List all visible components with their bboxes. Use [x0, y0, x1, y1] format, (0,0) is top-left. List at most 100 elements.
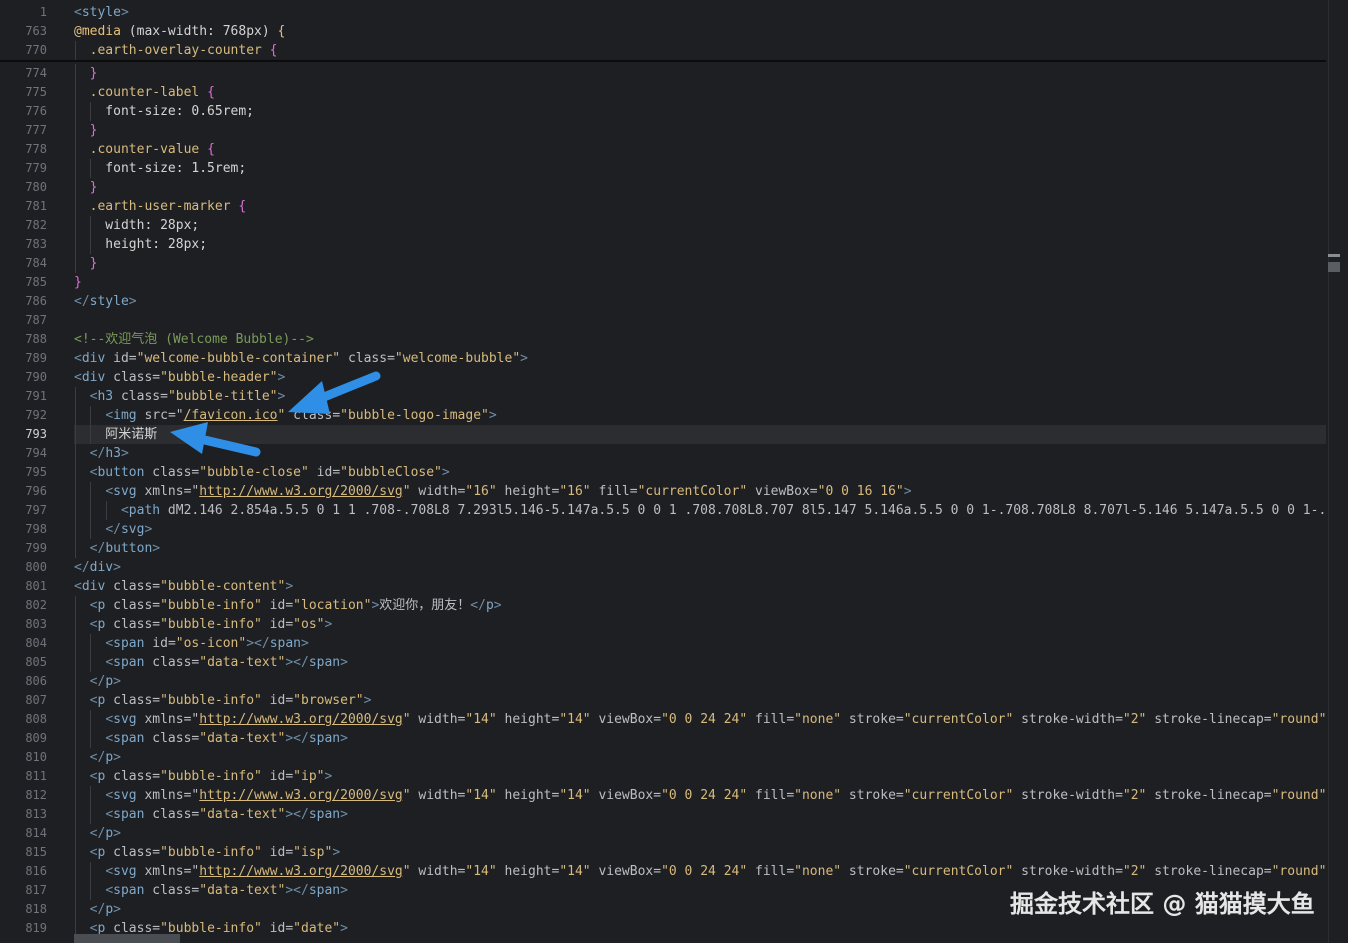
line-code[interactable]: <div class="bubble-content"> — [74, 577, 1326, 596]
code-line[interactable]: 813 <span class="data-text"></span> — [0, 805, 1326, 824]
line-code[interactable]: <span class="data-text"></span> — [74, 653, 1326, 672]
code-line[interactable]: 775 .counter-label { — [0, 83, 1326, 102]
line-code[interactable]: <path dM2.146 2.854a.5.5 0 1 1 .708-.708… — [74, 501, 1326, 520]
line-code[interactable]: <svg xmlns="http://www.w3.org/2000/svg" … — [74, 786, 1326, 805]
line-code[interactable]: .earth-overlay-counter { — [74, 41, 1326, 60]
code-line[interactable]: 783 height: 28px; — [0, 235, 1326, 254]
line-code[interactable]: } — [74, 254, 1326, 273]
line-code[interactable]: <p class="bubble-info" id="os"> — [74, 615, 1326, 634]
code-line[interactable]: 1 <style> — [0, 3, 1326, 22]
line-code[interactable]: <img src="/favicon.ico" class="bubble-lo… — [74, 406, 1326, 425]
code-line[interactable]: 770 .earth-overlay-counter { — [0, 41, 1326, 62]
code-line[interactable]: 814 </p> — [0, 824, 1326, 843]
code-line[interactable]: 794 </h3> — [0, 444, 1326, 463]
code-line[interactable]: 801 <div class="bubble-content"> — [0, 577, 1326, 596]
line-code[interactable]: } — [74, 178, 1326, 197]
code-line[interactable]: 785} — [0, 273, 1326, 292]
code-line[interactable]: 806 </p> — [0, 672, 1326, 691]
line-code[interactable]: <style> — [74, 3, 1326, 22]
line-code[interactable]: width: 28px; — [74, 216, 1326, 235]
line-code[interactable]: <div id="welcome-bubble-container" class… — [74, 349, 1326, 368]
code-line[interactable]: 816 <svg xmlns="http://www.w3.org/2000/s… — [0, 862, 1326, 881]
code-line[interactable]: 789 <div id="welcome-bubble-container" cl… — [0, 349, 1326, 368]
code-line[interactable]: 799 </button> — [0, 539, 1326, 558]
code-line[interactable]: 790 <div class="bubble-header"> — [0, 368, 1326, 387]
code-line[interactable]: 776 font-size: 0.65rem; — [0, 102, 1326, 121]
line-code[interactable]: <h3 class="bubble-title"> — [74, 387, 1326, 406]
code-line[interactable]: 787 — [0, 311, 1326, 330]
code-line[interactable]: 811 <p class="bubble-info" id="ip"> — [0, 767, 1326, 786]
code-line[interactable]: 812 <svg xmlns="http://www.w3.org/2000/s… — [0, 786, 1326, 805]
code-line[interactable]: 786 </style> — [0, 292, 1326, 311]
code-line[interactable]: 798 </svg> — [0, 520, 1326, 539]
code-line[interactable]: 788 <!--欢迎气泡 (Welcome Bubble)--> — [0, 330, 1326, 349]
vertical-scrollbar[interactable] — [1328, 0, 1343, 943]
code-line[interactable]: 778 .counter-value { — [0, 140, 1326, 159]
code-line[interactable]: 795 <button class="bubble-close" id="bub… — [0, 463, 1326, 482]
line-code[interactable]: <span class="data-text"></span> — [74, 805, 1326, 824]
line-code[interactable]: .counter-value { — [74, 140, 1326, 159]
line-code[interactable]: <span id="os-icon"></span> — [74, 634, 1326, 653]
code-line[interactable]: 819 <p class="bubble-info" id="date"> — [0, 919, 1326, 938]
line-code[interactable]: } — [74, 64, 1326, 83]
line-code[interactable]: <p class="bubble-info" id="browser"> — [74, 691, 1326, 710]
line-code[interactable]: <svg xmlns="http://www.w3.org/2000/svg" … — [74, 710, 1326, 729]
code-line[interactable]: 815 <p class="bubble-info" id="isp"> — [0, 843, 1326, 862]
code-line[interactable]: 808 <svg xmlns="http://www.w3.org/2000/s… — [0, 710, 1326, 729]
line-code[interactable]: font-size: 1.5rem; — [74, 159, 1326, 178]
code-line[interactable]: 796 <svg xmlns="http://www.w3.org/2000/s… — [0, 482, 1326, 501]
line-code[interactable]: <span class="data-text"></span> — [74, 729, 1326, 748]
line-code[interactable]: .counter-label { — [74, 83, 1326, 102]
code-line[interactable]: 774 } — [0, 64, 1326, 83]
code-line[interactable]: 810 </p> — [0, 748, 1326, 767]
line-code[interactable]: <p class="bubble-info" id="location">欢迎你… — [74, 596, 1326, 615]
code-line[interactable]: 780 } — [0, 178, 1326, 197]
code-line[interactable]: 784 } — [0, 254, 1326, 273]
scrollbar-thumb[interactable] — [1328, 262, 1340, 272]
line-code[interactable]: } — [74, 121, 1326, 140]
line-code[interactable]: </p> — [74, 672, 1326, 691]
line-code[interactable]: </p> — [74, 824, 1326, 843]
line-code[interactable]: .earth-user-marker { — [74, 197, 1326, 216]
code-line[interactable]: 802 <p class="bubble-info" id="location"… — [0, 596, 1326, 615]
code-editor[interactable]: 1 <style> 763 @media (max-width: 768px) {77… — [0, 0, 1348, 943]
line-code[interactable]: } — [74, 273, 1326, 292]
code-line[interactable]: 793 阿米诺斯 — [0, 425, 1326, 444]
code-line[interactable]: 782 width: 28px; — [0, 216, 1326, 235]
line-code[interactable]: <p class="bubble-info" id="date"> — [74, 919, 1326, 938]
line-code[interactable]: <button class="bubble-close" id="bubbleC… — [74, 463, 1326, 482]
code-line[interactable]: 800 </div> — [0, 558, 1326, 577]
line-code[interactable]: <p class="bubble-info" id="isp"> — [74, 843, 1326, 862]
code-line[interactable]: 792 <img src="/favicon.ico" class="bubbl… — [0, 406, 1326, 425]
line-code[interactable]: <p class="bubble-info" id="ip"> — [74, 767, 1326, 786]
code-line[interactable]: 779 font-size: 1.5rem; — [0, 159, 1326, 178]
line-code[interactable]: </svg> — [74, 520, 1326, 539]
line-code[interactable] — [74, 311, 1326, 330]
code-line[interactable]: 809 <span class="data-text"></span> — [0, 729, 1326, 748]
line-code[interactable]: </style> — [74, 292, 1326, 311]
line-code[interactable]: @media (max-width: 768px) { — [74, 22, 1326, 41]
line-code[interactable]: height: 28px; — [74, 235, 1326, 254]
code-line[interactable]: 781 .earth-user-marker { — [0, 197, 1326, 216]
scrollbar-thumb-marker[interactable] — [1328, 254, 1340, 257]
code-lines[interactable]: 1 <style> 763 @media (max-width: 768px) {77… — [0, 3, 1326, 938]
code-line[interactable]: 791 <h3 class="bubble-title"> — [0, 387, 1326, 406]
line-code[interactable]: <div class="bubble-header"> — [74, 368, 1326, 387]
line-code[interactable]: <svg xmlns="http://www.w3.org/2000/svg" … — [74, 482, 1326, 501]
line-code[interactable]: </div> — [74, 558, 1326, 577]
line-code[interactable]: 阿米诺斯 — [74, 425, 1326, 444]
code-line[interactable]: 777 } — [0, 121, 1326, 140]
line-code[interactable]: </button> — [74, 539, 1326, 558]
line-code[interactable]: <svg xmlns="http://www.w3.org/2000/svg" … — [74, 862, 1326, 881]
code-line[interactable]: 803 <p class="bubble-info" id="os"> — [0, 615, 1326, 634]
code-line[interactable]: 763 @media (max-width: 768px) { — [0, 22, 1326, 41]
line-code[interactable]: <!--欢迎气泡 (Welcome Bubble)--> — [74, 330, 1326, 349]
line-code[interactable]: font-size: 0.65rem; — [74, 102, 1326, 121]
code-line[interactable]: 807 <p class="bubble-info" id="browser"> — [0, 691, 1326, 710]
horizontal-scrollbar-thumb[interactable] — [74, 934, 180, 943]
code-line[interactable]: 797 <path dM2.146 2.854a.5.5 0 1 1 .708-… — [0, 501, 1326, 520]
code-line[interactable]: 805 <span class="data-text"></span> — [0, 653, 1326, 672]
line-code[interactable]: </p> — [74, 748, 1326, 767]
line-code[interactable]: </h3> — [74, 444, 1326, 463]
code-line[interactable]: 804 <span id="os-icon"></span> — [0, 634, 1326, 653]
